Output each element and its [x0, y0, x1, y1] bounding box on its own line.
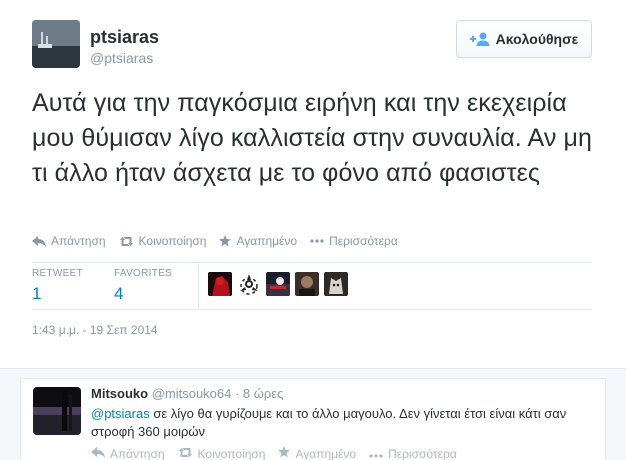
display-name[interactable]: ptsiaras: [90, 27, 159, 48]
retweet-icon: [178, 447, 193, 460]
favoriter-avatar[interactable]: [266, 272, 290, 296]
favorite-action[interactable]: Αγαπημένο: [278, 446, 356, 460]
tweet-card: ptsiaras @ptsiaras Ακολούθησε Αυτά για τ…: [0, 0, 626, 368]
favorites-count: 4: [114, 284, 124, 303]
favorite-label: Αγαπημένο: [236, 234, 298, 248]
retweets-label: RETWEET: [32, 268, 83, 279]
reply-avatar[interactable]: [33, 387, 81, 435]
reply-header: Mitsouko @mitsouko64 · 8 ώρες: [91, 386, 283, 401]
retweets-count: 1: [32, 284, 42, 303]
retweet-label: Κοινοποίηση: [197, 446, 266, 460]
favorite-action[interactable]: Αγαπημένο: [219, 234, 297, 248]
favorites-label: FAVORITES: [114, 268, 173, 279]
tweet-actions: Απάντηση Κοινοποίηση Αγαπημένο Περισσότε…: [32, 234, 411, 248]
reply-icon: [32, 235, 46, 247]
reply-label: Απάντηση: [51, 234, 106, 248]
tweet-stats: RETWEET 1 FAVORITES 4: [32, 263, 592, 309]
reply-mention[interactable]: @ptsiaras: [91, 406, 150, 421]
favoriter-avatar[interactable]: [295, 272, 319, 296]
star-icon: [219, 235, 232, 247]
follow-person-icon: [469, 32, 490, 46]
retweet-label: Κοινοποίηση: [138, 234, 207, 248]
stats-separator: [198, 263, 199, 309]
more-dots-icon: [310, 239, 324, 243]
more-action[interactable]: Περισσότερα: [369, 447, 457, 460]
more-dots-icon: [369, 447, 383, 460]
replies-section: Mitsouko @mitsouko64 · 8 ώρες @ptsiaras …: [0, 368, 626, 460]
favorites-stat[interactable]: FAVORITES 4: [114, 268, 172, 304]
tweet-timestamp[interactable]: 1:43 μ.μ. - 19 Σεπ 2014: [32, 323, 158, 337]
more-action[interactable]: Περισσότερα: [310, 234, 398, 248]
favoriter-avatar[interactable]: [324, 272, 348, 296]
favoriters-avatars: [208, 272, 348, 296]
reply-meta[interactable]: @mitsouko64 · 8 ώρες: [152, 386, 284, 401]
user-avatar[interactable]: [32, 20, 80, 68]
follow-label: Ακολούθησε: [495, 31, 579, 47]
reply-action[interactable]: Απάντηση: [32, 234, 106, 248]
reply-tweet[interactable]: Mitsouko @mitsouko64 · 8 ώρες @ptsiaras …: [20, 378, 606, 460]
reply-icon: [91, 446, 105, 460]
retweets-stat[interactable]: RETWEET 1: [32, 268, 83, 304]
retweet-icon: [119, 236, 134, 247]
reply-actions: Απάντηση Κοινοποίηση Αγαπημένο Περισσότε…: [91, 446, 470, 460]
tweet-text: Αυτά για την παγκόσμια ειρήνη και την εκ…: [32, 89, 592, 187]
reply-action[interactable]: Απάντηση: [91, 446, 165, 460]
reply-body: σε λίγο θα γυρίζουμε και το άλλο μαγουλο…: [91, 406, 567, 439]
more-label: Περισσότερα: [388, 446, 457, 460]
reply-display-name[interactable]: Mitsouko: [91, 386, 148, 401]
reply-text: @ptsiaras σε λίγο θα γυρίζουμε και το άλ…: [91, 405, 591, 441]
favorite-label: Αγαπημένο: [295, 446, 357, 460]
more-label: Περισσότερα: [329, 234, 398, 248]
divider: [32, 309, 592, 310]
favoriter-avatar[interactable]: [208, 272, 232, 296]
retweet-action[interactable]: Κοινοποίηση: [178, 446, 266, 460]
retweet-action[interactable]: Κοινοποίηση: [119, 234, 207, 248]
follow-button[interactable]: Ακολούθησε: [456, 20, 592, 58]
favoriter-avatar[interactable]: [237, 272, 261, 296]
screen-name[interactable]: @ptsiaras: [90, 50, 153, 66]
star-icon: [278, 446, 291, 460]
reply-label: Απάντηση: [110, 446, 165, 460]
